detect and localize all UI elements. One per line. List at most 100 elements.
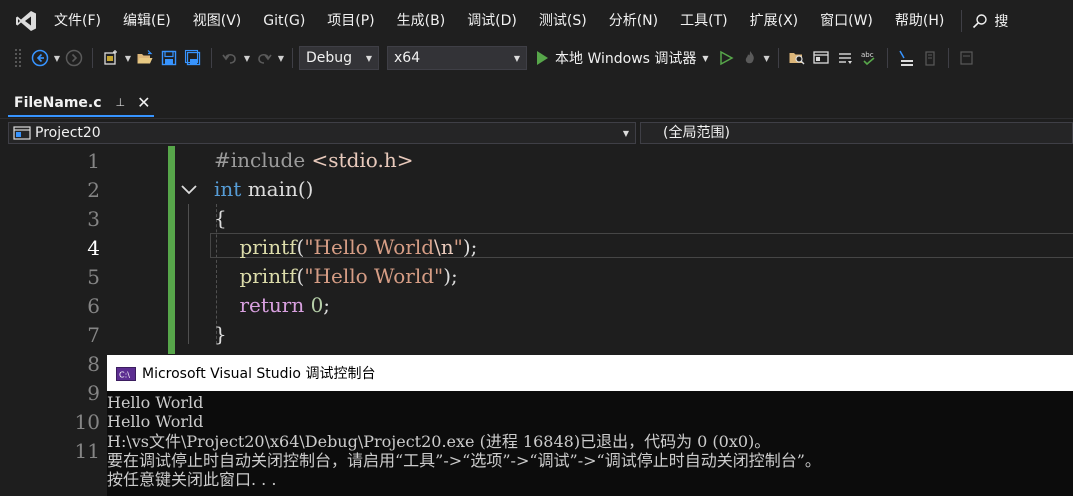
toolbar-grip[interactable] bbox=[14, 48, 22, 68]
hot-reload-dropdown-icon[interactable]: ▼ bbox=[762, 46, 772, 70]
console-app-icon: C:\ bbox=[116, 366, 136, 381]
menu-project[interactable]: 项目(P) bbox=[316, 0, 385, 42]
search-icon bbox=[973, 14, 988, 29]
close-icon[interactable]: ✕ bbox=[137, 93, 150, 112]
console-title-bar[interactable]: C:\ Microsoft Visual Studio 调试控制台 bbox=[107, 355, 1073, 391]
menu-file[interactable]: 文件(F) bbox=[52, 0, 112, 42]
menu-tools[interactable]: 工具(T) bbox=[669, 0, 738, 42]
line-number: 2 bbox=[87, 178, 100, 202]
console-title: Microsoft Visual Studio 调试控制台 bbox=[142, 366, 376, 382]
line-number: 5 bbox=[87, 265, 100, 289]
undo-dropdown-icon[interactable]: ▼ bbox=[242, 46, 252, 70]
new-dropdown-icon[interactable]: ▼ bbox=[123, 46, 133, 70]
chevron-down-icon: ▼ bbox=[513, 53, 520, 63]
line-number: 8 bbox=[87, 352, 100, 376]
navigation-bar: Project20 ▼ (全局范围) bbox=[0, 118, 1073, 146]
toolbar-divider bbox=[886, 48, 888, 68]
menu-bar: 文件(F) 编辑(E) 视图(V) Git(G) 项目(P) 生成(B) 调试(… bbox=[0, 0, 1073, 42]
pin-icon[interactable]: ⊥ bbox=[116, 96, 126, 109]
start-without-debugging-icon[interactable] bbox=[715, 46, 737, 70]
solution-platform-dropdown[interactable]: x64 ▼ bbox=[387, 46, 527, 70]
console-output: Hello World Hello World H:\vs文件\Project2… bbox=[107, 393, 1073, 489]
menu-test[interactable]: 测试(S) bbox=[528, 0, 598, 42]
back-dropdown-icon[interactable]: ▼ bbox=[52, 46, 62, 70]
hot-reload-icon[interactable] bbox=[739, 46, 761, 70]
line-number: 11 bbox=[74, 439, 100, 463]
parens: () bbox=[297, 177, 314, 201]
line-number-current: 4 bbox=[87, 236, 100, 260]
menu-debug[interactable]: 调试(D) bbox=[456, 0, 528, 42]
function-call: printf bbox=[239, 264, 297, 288]
save-all-icon[interactable] bbox=[182, 46, 204, 70]
return-keyword: return bbox=[239, 293, 305, 317]
include-header: <stdio.h> bbox=[311, 148, 414, 172]
solution-platform-value: x64 bbox=[394, 50, 421, 66]
spell-check-icon[interactable]: abc bbox=[858, 46, 880, 70]
chevron-down-icon: ▼ bbox=[622, 128, 629, 138]
window-layout-icon[interactable] bbox=[810, 46, 832, 70]
project-name: Project20 bbox=[35, 125, 101, 141]
search-box[interactable]: 搜 bbox=[972, 11, 1008, 31]
start-debugging-button[interactable]: 本地 Windows 调试器 ▼ bbox=[535, 48, 709, 68]
code-line-6: return 0; bbox=[214, 291, 330, 320]
close-paren: ); bbox=[443, 264, 458, 288]
uncomment-icon[interactable] bbox=[919, 46, 941, 70]
code-line-4: printf("Hello World\n"); bbox=[214, 233, 477, 262]
undo-icon[interactable] bbox=[219, 46, 241, 70]
menu-divider bbox=[961, 10, 963, 32]
scope-dropdown[interactable]: (全局范围) bbox=[640, 122, 1073, 144]
tab-filename-c[interactable]: FileName.c ⊥ ✕ bbox=[8, 90, 154, 117]
close-paren: ); bbox=[462, 235, 478, 259]
align-icon[interactable] bbox=[834, 46, 856, 70]
menu-git[interactable]: Git(G) bbox=[252, 0, 316, 42]
search-label: 搜 bbox=[994, 14, 1009, 30]
chevron-down-icon: ▼ bbox=[365, 53, 372, 63]
toolbar-divider bbox=[92, 48, 93, 68]
solution-configuration-value: Debug bbox=[306, 50, 353, 66]
debug-console-window[interactable]: C:\ Microsoft Visual Studio 调试控制台 Hello … bbox=[107, 355, 1073, 496]
navigate-back-icon[interactable] bbox=[29, 46, 51, 70]
string-quote: " bbox=[453, 235, 463, 259]
toolbar-divider bbox=[211, 48, 212, 68]
open-brace: { bbox=[214, 206, 227, 230]
new-project-icon[interactable] bbox=[100, 46, 122, 70]
menu-extensions[interactable]: 扩展(X) bbox=[739, 0, 810, 42]
comment-out-icon[interactable] bbox=[895, 46, 917, 70]
menu-view[interactable]: 视图(V) bbox=[182, 0, 253, 42]
string-literal: "Hello World" bbox=[304, 264, 444, 288]
solution-configuration-dropdown[interactable]: Debug ▼ bbox=[299, 46, 379, 70]
redo-dropdown-icon[interactable]: ▼ bbox=[276, 46, 286, 70]
collapse-chevron-icon[interactable] bbox=[178, 179, 200, 201]
editor-margin bbox=[0, 146, 40, 496]
console-line: Hello World bbox=[107, 412, 204, 432]
open-file-icon[interactable] bbox=[134, 46, 156, 70]
redo-icon[interactable] bbox=[253, 46, 275, 70]
line-number: 6 bbox=[87, 294, 100, 318]
svg-text:C:\: C:\ bbox=[119, 371, 130, 380]
navigate-forward-icon[interactable] bbox=[63, 46, 85, 70]
console-line: 按任意键关闭此窗口. . . bbox=[107, 470, 277, 490]
standard-toolbar: ▼ ▼ ▼ ▼ Debug ▼ x64 ▼ 本地 Windows 调试器 ▼ ▼… bbox=[0, 42, 1073, 74]
outline-guide bbox=[188, 204, 189, 344]
number-literal: 0 bbox=[310, 293, 324, 317]
save-icon[interactable] bbox=[158, 46, 180, 70]
line-number: 7 bbox=[87, 323, 100, 347]
menu-help[interactable]: 帮助(H) bbox=[884, 0, 955, 42]
menu-edit[interactable]: 编辑(E) bbox=[112, 0, 182, 42]
find-in-files-icon[interactable] bbox=[786, 46, 808, 70]
visual-studio-logo-icon[interactable] bbox=[0, 0, 52, 42]
toolbar-divider bbox=[777, 48, 779, 68]
menu-analyze[interactable]: 分析(N) bbox=[598, 0, 669, 42]
line-number: 9 bbox=[87, 381, 100, 405]
svg-text:abc: abc bbox=[861, 51, 874, 59]
menu-window[interactable]: 窗口(W) bbox=[809, 0, 884, 42]
toolbar-divider bbox=[292, 48, 293, 68]
bookmark-icon[interactable] bbox=[956, 46, 978, 70]
line-number: 10 bbox=[74, 410, 100, 434]
project-dropdown[interactable]: Project20 ▼ bbox=[8, 122, 636, 144]
menu-build[interactable]: 生成(B) bbox=[386, 0, 457, 42]
chevron-down-icon[interactable]: ▼ bbox=[702, 54, 708, 63]
code-line-7: } bbox=[214, 320, 227, 349]
function-call: printf bbox=[239, 235, 297, 259]
string-literal: "Hello World bbox=[304, 235, 435, 259]
